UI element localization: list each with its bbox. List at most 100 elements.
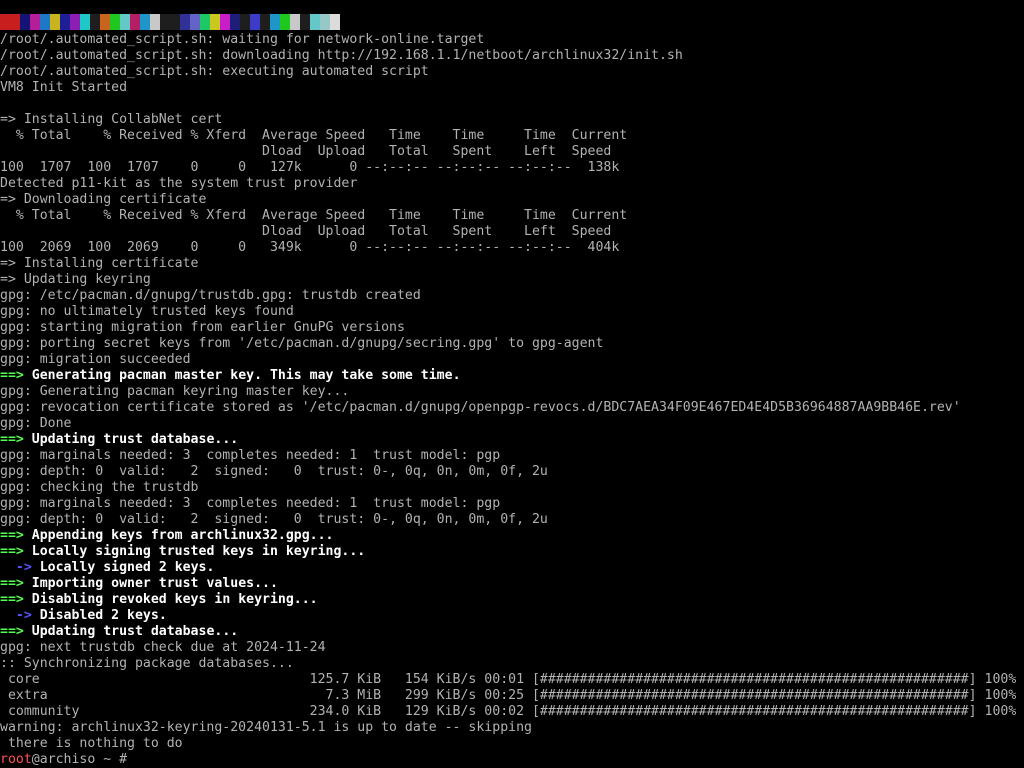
terminal-line: gpg: marginals needed: 3 completes neede… <box>0 448 1024 464</box>
color-bar-segment <box>30 14 40 30</box>
terminal-line: gpg: depth: 0 valid: 2 signed: 0 trust: … <box>0 464 1024 480</box>
line-text: gpg: revocation certificate stored as '/… <box>0 400 961 415</box>
color-bar-segment <box>150 14 160 30</box>
terminal-line: extra 7.3 MiB 299 KiB/s 00:25 [#########… <box>0 688 1024 704</box>
line-text: gpg: starting migration from earlier Gnu… <box>0 320 405 335</box>
line-text: gpg: next trustdb check due at 2024-11-2… <box>0 640 326 655</box>
shell-prompt[interactable]: root@archiso ~ # <box>0 752 1024 768</box>
color-bar-segment <box>260 14 270 30</box>
line-text: => Installing CollabNet cert <box>0 112 223 127</box>
color-bar-segment <box>70 14 80 30</box>
line-text: 100 2069 100 2069 0 0 349k 0 --:--:-- --… <box>0 240 620 255</box>
terminal-line: gpg: no ultimately trusted keys found <box>0 304 1024 320</box>
terminal-line: gpg: revocation certificate stored as '/… <box>0 400 1024 416</box>
arrow-marker: -> <box>15 608 32 623</box>
terminal-line: ==> Appending keys from archlinux32.gpg.… <box>0 528 1024 544</box>
line-text: gpg: Generating pacman keyring master ke… <box>0 384 350 399</box>
line-text: => Installing certificate <box>0 256 199 271</box>
terminal-line: -> Disabled 2 keys. <box>0 608 1024 624</box>
color-bar-segment <box>140 14 150 30</box>
color-bar-segment <box>330 14 340 30</box>
line-text: :: Synchronizing package databases... <box>0 656 294 671</box>
terminal-line: Detected p11-kit as the system trust pro… <box>0 176 1024 192</box>
color-bar-segment <box>80 14 90 30</box>
color-bar-segment <box>100 14 110 30</box>
line-text: gpg: marginals needed: 3 completes neede… <box>0 496 501 511</box>
line-text: => Downloading certificate <box>0 192 207 207</box>
arrow-marker: ==> <box>0 624 24 639</box>
line-text: gpg: no ultimately trusted keys found <box>0 304 294 319</box>
color-bar-segment <box>50 14 60 30</box>
terminal-line: gpg: Done <box>0 416 1024 432</box>
color-bar-segment <box>180 14 190 30</box>
terminal-line: 100 1707 100 1707 0 0 127k 0 --:--:-- --… <box>0 160 1024 176</box>
terminal-line: => Installing certificate <box>0 256 1024 272</box>
terminal-line: gpg: porting secret keys from '/etc/pacm… <box>0 336 1024 352</box>
terminal-line: gpg: next trustdb check due at 2024-11-2… <box>0 640 1024 656</box>
line-text: /root/.automated_script.sh: executing au… <box>0 64 429 79</box>
line-text: % Total % Received % Xferd Average Speed… <box>0 208 628 223</box>
line-text: /root/.automated_script.sh: downloading … <box>0 48 683 63</box>
terminal-line: community 234.0 KiB 129 KiB/s 00:02 [###… <box>0 704 1024 720</box>
terminal-line: Dload Upload Total Spent Left Speed <box>0 224 1024 240</box>
line-text: Locally signed 2 keys. <box>31 560 215 575</box>
boot-color-bar <box>0 14 340 30</box>
terminal-line: /root/.automated_script.sh: executing au… <box>0 64 1024 80</box>
terminal-line: ==> Importing owner trust values... <box>0 576 1024 592</box>
line-text: gpg: depth: 0 valid: 2 signed: 0 trust: … <box>0 512 548 527</box>
arrow-marker: ==> <box>0 544 24 559</box>
terminal-line: gpg: marginals needed: 3 completes neede… <box>0 496 1024 512</box>
color-bar-segment <box>320 14 330 30</box>
terminal-screen[interactable]: /root/.automated_script.sh: waiting for … <box>0 0 1024 768</box>
terminal-line: 100 2069 100 2069 0 0 349k 0 --:--:-- --… <box>0 240 1024 256</box>
color-bar-segment <box>250 14 260 30</box>
color-bar-segment <box>40 14 50 30</box>
terminal-output: /root/.automated_script.sh: waiting for … <box>0 32 1024 768</box>
color-bar-segment <box>220 14 230 30</box>
line-text: extra 7.3 MiB 299 KiB/s 00:25 [#########… <box>0 688 1017 703</box>
terminal-line: VM8 Init Started <box>0 80 1024 96</box>
color-bar-segment <box>310 14 320 30</box>
line-text: % Total % Received % Xferd Average Speed… <box>0 128 628 143</box>
prompt-user: root <box>0 752 32 767</box>
terminal-line: => Installing CollabNet cert <box>0 112 1024 128</box>
terminal-line: ==> Locally signing trusted keys in keyr… <box>0 544 1024 560</box>
terminal-line: -> Locally signed 2 keys. <box>0 560 1024 576</box>
terminal-line: ==> Disabling revoked keys in keyring... <box>0 592 1024 608</box>
terminal-line: gpg: /etc/pacman.d/gnupg/trustdb.gpg: tr… <box>0 288 1024 304</box>
line-text: gpg: Done <box>0 416 72 431</box>
color-bar-segment <box>240 14 250 30</box>
arrow-marker: ==> <box>0 432 24 447</box>
arrow-marker: ==> <box>0 592 24 607</box>
color-bar-segment <box>20 14 30 30</box>
line-text: gpg: migration succeeded <box>0 352 191 367</box>
terminal-line: % Total % Received % Xferd Average Speed… <box>0 208 1024 224</box>
color-bar-segment <box>270 14 280 30</box>
terminal-line: :: Synchronizing package databases... <box>0 656 1024 672</box>
color-bar-segment <box>160 14 170 30</box>
line-text: => Updating keyring <box>0 272 151 287</box>
terminal-line: ==> Updating trust database... <box>0 624 1024 640</box>
terminal-line: gpg: Generating pacman keyring master ke… <box>0 384 1024 400</box>
arrow-marker: ==> <box>0 368 24 383</box>
line-text: Detected p11-kit as the system trust pro… <box>0 176 358 191</box>
terminal-line: warning: archlinux32-keyring-20240131-5.… <box>0 720 1024 736</box>
color-bar-segment <box>290 14 300 30</box>
terminal-line: Dload Upload Total Spent Left Speed <box>0 144 1024 160</box>
terminal-line: there is nothing to do <box>0 736 1024 752</box>
line-text: Dload Upload Total Spent Left Speed <box>0 144 612 159</box>
color-bar-segment <box>200 14 210 30</box>
color-bar-segment <box>10 14 20 30</box>
line-text: there is nothing to do <box>0 736 183 751</box>
color-bar-segment <box>130 14 140 30</box>
arrow-marker: ==> <box>0 528 24 543</box>
line-text: Importing owner trust values... <box>23 576 278 591</box>
line-text: Appending keys from archlinux32.gpg... <box>23 528 334 543</box>
line-text: VM8 Init Started <box>0 80 128 95</box>
line-text: gpg: marginals needed: 3 completes neede… <box>0 448 501 463</box>
line-text: community 234.0 KiB 129 KiB/s 00:02 [###… <box>0 704 1017 719</box>
line-text: 100 1707 100 1707 0 0 127k 0 --:--:-- --… <box>0 160 620 175</box>
color-bar-segment <box>280 14 290 30</box>
color-bar-segment <box>190 14 200 30</box>
terminal-line: => Updating keyring <box>0 272 1024 288</box>
